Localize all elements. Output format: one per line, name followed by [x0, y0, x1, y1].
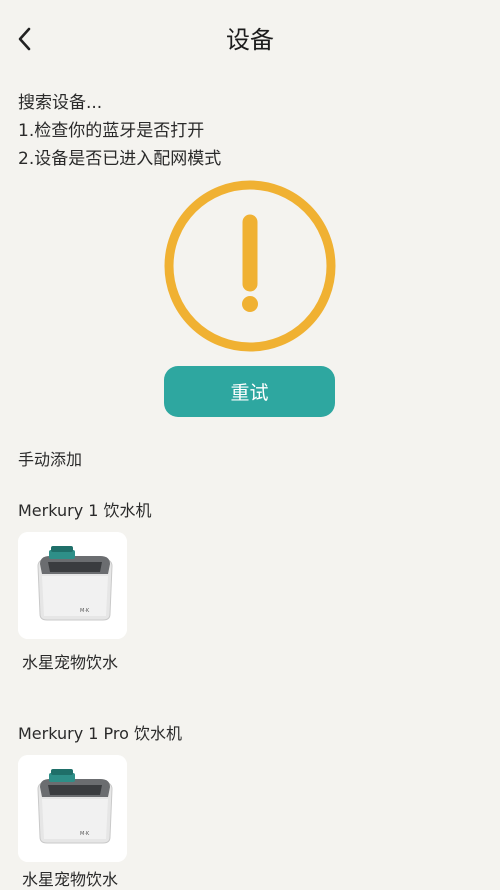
- page-title: 设备: [226, 26, 274, 54]
- device-card-merkury-1-pro[interactable]: M·K: [18, 755, 127, 862]
- hint-pairing-mode: 2.设备是否已进入配网模式: [18, 149, 222, 169]
- device-group-title: Merkury 1 饮水机: [18, 501, 152, 520]
- svg-text:M·K: M·K: [80, 608, 90, 614]
- header: 设备: [0, 0, 500, 80]
- device-card-merkury-1[interactable]: M·K: [18, 532, 127, 639]
- device-name: 水星宠物饮水: [22, 653, 119, 672]
- pet-fountain-image: M·K: [18, 532, 127, 639]
- warning-icon: [162, 178, 338, 354]
- manual-add-heading: 手动添加: [18, 450, 83, 469]
- searching-status: 搜索设备...: [18, 93, 103, 113]
- svg-text:M·K: M·K: [80, 831, 90, 837]
- hint-bluetooth: 1.检查你的蓝牙是否打开: [18, 121, 205, 141]
- device-group-title: Merkury 1 Pro 饮水机: [18, 724, 183, 743]
- device-name: 水星宠物饮水: [22, 870, 119, 889]
- retry-button[interactable]: 重试: [164, 366, 335, 417]
- pet-fountain-image: M·K: [18, 755, 127, 862]
